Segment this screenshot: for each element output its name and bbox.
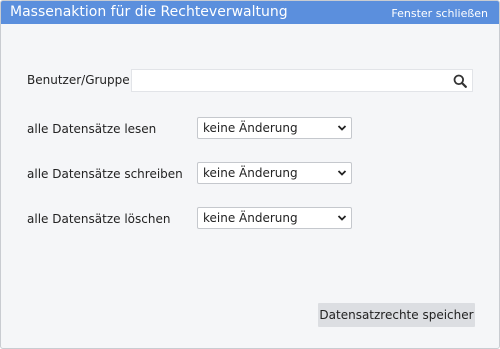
read-permission-value: keine Änderung [203,121,298,135]
write-all-records-label: alle Datensätze schreiben [27,167,183,181]
save-record-permissions-button[interactable]: Datensatzrechte speicher [318,303,475,327]
chevron-down-icon [337,215,347,221]
title-bar: Massenaktion für die Rechteverwaltung Fe… [1,1,499,24]
dialog-title: Massenaktion für die Rechteverwaltung [10,4,288,20]
mass-action-dialog: Massenaktion für die Rechteverwaltung Fe… [0,0,500,349]
user-group-field[interactable] [131,69,473,92]
write-permission-value: keine Änderung [203,166,298,180]
user-group-input[interactable] [132,70,450,91]
delete-all-records-label: alle Datensätze löschen [27,212,171,226]
delete-permission-select[interactable]: keine Änderung [197,207,352,229]
write-permission-select[interactable]: keine Änderung [197,162,352,184]
search-icon[interactable] [453,74,467,88]
read-permission-select[interactable]: keine Änderung [197,117,352,139]
delete-permission-value: keine Änderung [203,211,298,225]
chevron-down-icon [337,125,347,131]
chevron-down-icon [337,170,347,176]
user-group-label: Benutzer/Gruppe [27,73,130,87]
read-all-records-label: alle Datensätze lesen [27,122,157,136]
close-window-link[interactable]: Fenster schließen [391,7,488,20]
